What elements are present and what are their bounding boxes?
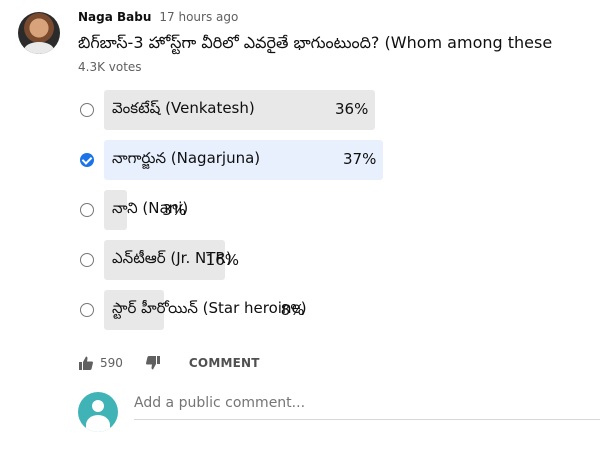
author-avatar[interactable] (18, 12, 60, 54)
comment-underline (134, 419, 600, 420)
poll-option[interactable]: నాని (Nani) 3% (78, 190, 600, 230)
option-percent: 3% (162, 201, 187, 219)
post-header: Naga Babu 17 hours ago (78, 10, 238, 24)
checkmark-icon[interactable] (80, 153, 94, 167)
author-name[interactable]: Naga Babu (78, 10, 151, 24)
radio-icon[interactable] (80, 203, 94, 217)
option-label: వెంకటేష్ (Venkatesh) (112, 99, 255, 117)
poll-options: వెంకటేష్ (Venkatesh) 36% నాగార్జున (Naga… (78, 90, 600, 340)
option-percent: 37% (343, 150, 377, 168)
vote-count: 4.3K votes (78, 60, 142, 74)
radio-icon[interactable] (80, 103, 94, 117)
poll-option[interactable]: ఎన్‌టీఆర్ (Jr. NTR) 16% (78, 240, 600, 280)
radio-icon[interactable] (80, 253, 94, 267)
option-percent: 36% (335, 100, 369, 118)
comment-button[interactable]: COMMENT (189, 356, 260, 370)
option-percent: 8% (280, 301, 305, 319)
option-label: స్టార్ హీరోయిన్ (Star heroine) (112, 299, 307, 317)
poll-option[interactable]: వెంకటేష్ (Venkatesh) 36% (78, 90, 600, 130)
thumbs-up-icon[interactable] (78, 355, 94, 371)
thumbs-down-icon[interactable] (145, 355, 161, 371)
comment-input[interactable] (134, 395, 600, 411)
post-time[interactable]: 17 hours ago (159, 10, 238, 24)
poll-option[interactable]: నాగార్జున (Nagarjuna) 37% (78, 140, 600, 180)
poll-question: బిగ్‌బాస్-3 హోస్ట్‌గా వీరిలో ఎవరైతే భాగు… (78, 33, 553, 52)
poll-option[interactable]: స్టార్ హీరోయిన్ (Star heroine) 8% (78, 290, 600, 330)
radio-icon[interactable] (80, 303, 94, 317)
like-count: 590 (100, 356, 123, 370)
user-avatar (78, 392, 118, 432)
option-percent: 16% (205, 251, 240, 269)
option-label: నాగార్జున (Nagarjuna) (112, 149, 261, 167)
action-bar: 590 COMMENT (78, 353, 260, 373)
